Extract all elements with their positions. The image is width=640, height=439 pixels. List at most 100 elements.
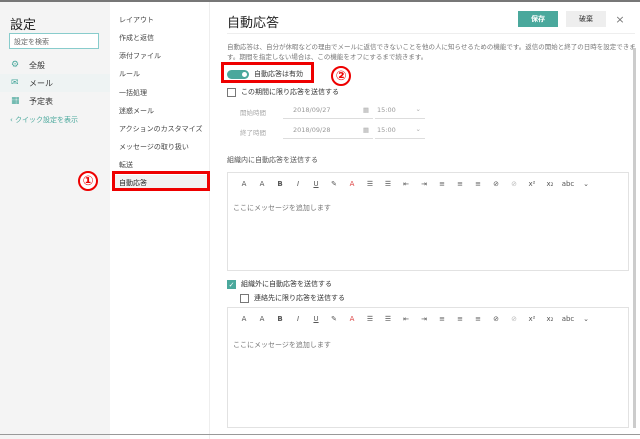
period-checkbox-row[interactable]: この期間に限り応答を送信する	[227, 87, 339, 97]
start-time-select[interactable]: 15:00 ⌄	[375, 105, 425, 119]
font-size-icon[interactable]: A	[235, 180, 253, 188]
message-placeholder: ここにメッセージを追加します	[233, 341, 331, 349]
start-time-label: 開始時間	[240, 109, 266, 117]
page-title: 自動応答	[227, 16, 280, 31]
settings-title: 設定	[10, 18, 37, 33]
sidebar-item-label: 予定表	[29, 96, 53, 106]
calendar-icon[interactable]: ▦	[363, 126, 369, 134]
menu-item-rules[interactable]: ルール	[119, 69, 140, 79]
indent-icon[interactable]: ⇥	[415, 180, 433, 188]
menu-item-actions[interactable]: アクションのカスタマイズ	[119, 124, 202, 134]
end-time-label: 終了時間	[240, 129, 266, 137]
formatting-toolbar: A A B I U ✎ A ☰ ☰ ⇤ ⇥ ≡ ≡ ≡ ⊘ ⊘ x² x₂ abc ⌄	[235, 180, 595, 188]
align-left-icon[interactable]: ≡	[433, 180, 451, 188]
calendar-icon: ▦	[11, 96, 20, 106]
underline-icon[interactable]: U	[307, 315, 325, 323]
settings-sidebar: 設定 設定を検索 ⚙ 全般 ✉ メール ▦ 予定表 ‹ クイック設定を表示	[0, 2, 110, 439]
menu-item-forwarding[interactable]: 転送	[119, 160, 133, 170]
superscript-icon[interactable]: x²	[523, 315, 541, 323]
start-time-value: 15:00	[377, 106, 396, 114]
superscript-icon[interactable]: x²	[523, 180, 541, 188]
align-right-icon[interactable]: ≡	[469, 315, 487, 323]
bold-icon[interactable]: B	[271, 315, 289, 323]
end-time-select[interactable]: 15:00 ⌄	[375, 125, 425, 139]
menu-item-layout[interactable]: レイアウト	[119, 15, 154, 25]
grow-font-icon[interactable]: A	[253, 315, 271, 323]
end-time-value: 15:00	[377, 126, 396, 134]
external-message-editor[interactable]: A A B I U ✎ A ☰ ☰ ⇤ ⇥ ≡ ≡ ≡ ⊘ ⊘ x² x₂ abc ⌄ ここにメッセージを追加します	[227, 307, 629, 428]
internal-message-editor[interactable]: A A B I U ✎ A ☰ ☰ ⇤ ⇥ ≡ ≡ ≡ ⊘ ⊘ x² x₂ abc ⌄ ここにメッセージを追加します	[227, 172, 629, 271]
link-icon[interactable]: ⊘	[487, 180, 505, 188]
contacts-checkbox[interactable]	[240, 293, 249, 303]
numbering-icon[interactable]: ☰	[379, 315, 397, 323]
mail-settings-menu: レイアウト 作成と返信 添付ファイル ルール 一括処理 迷惑メール アクションの…	[110, 2, 210, 439]
link-icon[interactable]: ⊘	[487, 315, 505, 323]
contacts-label: 連絡先に限り応答を送信する	[254, 294, 345, 302]
menu-item-sweep[interactable]: 一括処理	[119, 88, 147, 98]
menu-item-junk[interactable]: 迷惑メール	[119, 106, 154, 116]
sidebar-item-label: メール	[29, 78, 53, 88]
font-color-icon[interactable]: A	[343, 180, 361, 188]
description: 自動応答は、自分が休暇などの理由でメールに返信できないことを他の人に知らせるため…	[227, 43, 636, 61]
unlink-icon[interactable]: ⊘	[505, 180, 523, 188]
sidebar-item-general[interactable]: ⚙ 全般	[0, 56, 110, 74]
save-button[interactable]: 保存	[518, 11, 558, 27]
font-color-icon[interactable]: A	[343, 315, 361, 323]
outdent-icon[interactable]: ⇤	[397, 180, 415, 188]
outdent-icon[interactable]: ⇤	[397, 315, 415, 323]
end-date-value: 2018/09/28	[293, 126, 331, 134]
menu-item-compose[interactable]: 作成と返信	[119, 33, 154, 43]
contacts-checkbox-row[interactable]: 連絡先に限り応答を送信する	[240, 293, 345, 303]
align-center-icon[interactable]: ≡	[451, 180, 469, 188]
more-chevron-icon[interactable]: ⌄	[577, 315, 595, 323]
close-icon[interactable]: ×	[610, 11, 630, 27]
settings-search-input[interactable]: 設定を検索	[9, 33, 99, 49]
sidebar-item-calendar[interactable]: ▦ 予定表	[0, 92, 110, 110]
quick-settings-link[interactable]: ‹ クイック設定を表示	[10, 115, 78, 125]
chevron-down-icon: ⌄	[415, 125, 421, 133]
divider	[227, 33, 635, 34]
numbering-icon[interactable]: ☰	[379, 180, 397, 188]
highlight-icon[interactable]: ✎	[325, 315, 343, 323]
chevron-down-icon: ⌄	[415, 105, 421, 113]
highlight-icon[interactable]: ✎	[325, 180, 343, 188]
underline-icon[interactable]: U	[307, 180, 325, 188]
align-left-icon[interactable]: ≡	[433, 315, 451, 323]
start-date-input[interactable]: 2018/09/27 ▦	[283, 106, 373, 119]
discard-button[interactable]: 破棄	[566, 11, 606, 27]
subscript-icon[interactable]: x₂	[541, 180, 559, 188]
end-date-input[interactable]: 2018/09/28 ▦	[283, 126, 373, 139]
bottom-border	[0, 434, 640, 435]
font-size-icon[interactable]: A	[235, 315, 253, 323]
strikethrough-icon[interactable]: abc	[559, 180, 577, 188]
more-chevron-icon[interactable]: ⌄	[577, 180, 595, 188]
calendar-icon[interactable]: ▦	[363, 106, 369, 114]
subscript-icon[interactable]: x₂	[541, 315, 559, 323]
sidebar-item-mail[interactable]: ✉ メール	[0, 74, 110, 92]
sidebar-item-label: 全般	[29, 60, 45, 70]
external-checkbox-row[interactable]: ✓ 組織外に自動応答を送信する	[227, 279, 332, 289]
bullets-icon[interactable]: ☰	[361, 315, 379, 323]
indent-icon[interactable]: ⇥	[415, 315, 433, 323]
align-center-icon[interactable]: ≡	[451, 315, 469, 323]
align-right-icon[interactable]: ≡	[469, 180, 487, 188]
scrollbar[interactable]	[633, 48, 636, 428]
period-label: この期間に限り応答を送信する	[241, 88, 339, 96]
bold-icon[interactable]: B	[271, 180, 289, 188]
annotation-box-toggle	[221, 62, 314, 83]
unlink-icon[interactable]: ⊘	[505, 315, 523, 323]
italic-icon[interactable]: I	[289, 180, 307, 188]
period-checkbox[interactable]	[227, 87, 236, 97]
annotation-marker-1: ①	[78, 171, 98, 191]
external-checkbox[interactable]: ✓	[227, 279, 236, 289]
italic-icon[interactable]: I	[289, 315, 307, 323]
formatting-toolbar: A A B I U ✎ A ☰ ☰ ⇤ ⇥ ≡ ≡ ≡ ⊘ ⊘ x² x₂ abc ⌄	[235, 315, 595, 323]
mail-icon: ✉	[11, 78, 19, 88]
menu-item-message-handling[interactable]: メッセージの取り扱い	[119, 142, 189, 152]
menu-item-attachments[interactable]: 添付ファイル	[119, 51, 161, 61]
grow-font-icon[interactable]: A	[253, 180, 271, 188]
bullets-icon[interactable]: ☰	[361, 180, 379, 188]
strikethrough-icon[interactable]: abc	[559, 315, 577, 323]
message-placeholder: ここにメッセージを追加します	[233, 204, 331, 212]
start-date-value: 2018/09/27	[293, 106, 331, 114]
